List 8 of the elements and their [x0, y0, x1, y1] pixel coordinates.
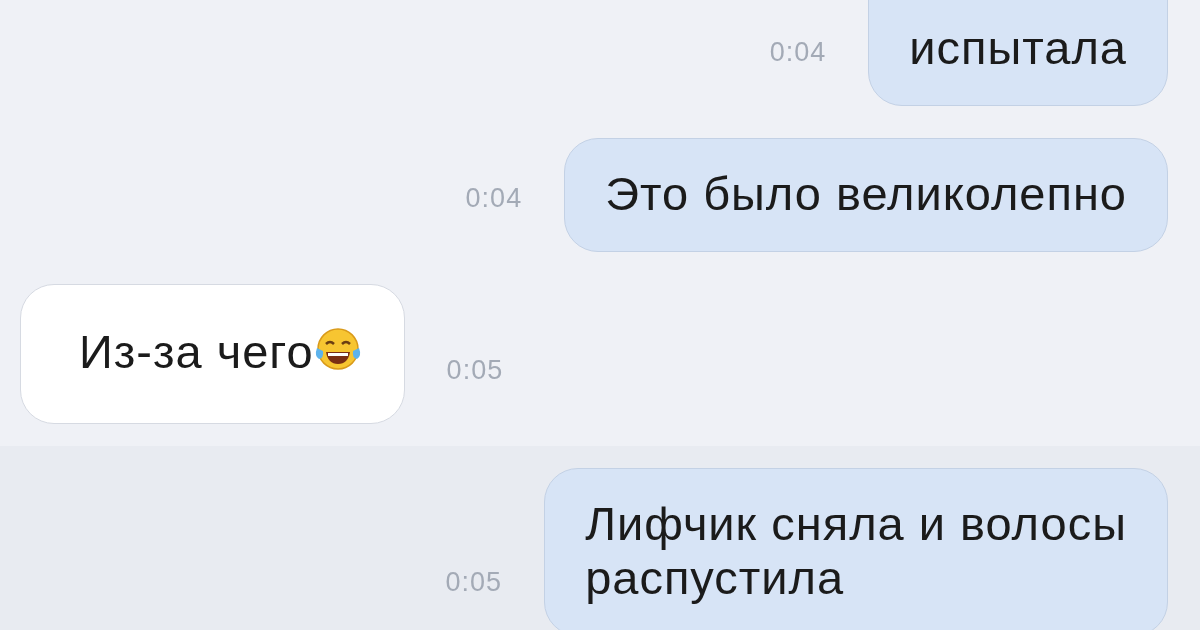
message-time: 0:04 — [769, 37, 827, 68]
outgoing-message-bubble: испытала — [868, 0, 1168, 106]
message-time: 0:04 — [465, 183, 523, 214]
message-time: 0:05 — [446, 355, 504, 386]
outgoing-message-bubble: Лифчик сняла и волосы распустила — [544, 468, 1168, 630]
message-time: 0:05 — [445, 567, 503, 598]
outgoing-message-bubble: Это было великолепно — [564, 138, 1168, 252]
incoming-message-bubble: Из-за чего — [20, 284, 405, 424]
